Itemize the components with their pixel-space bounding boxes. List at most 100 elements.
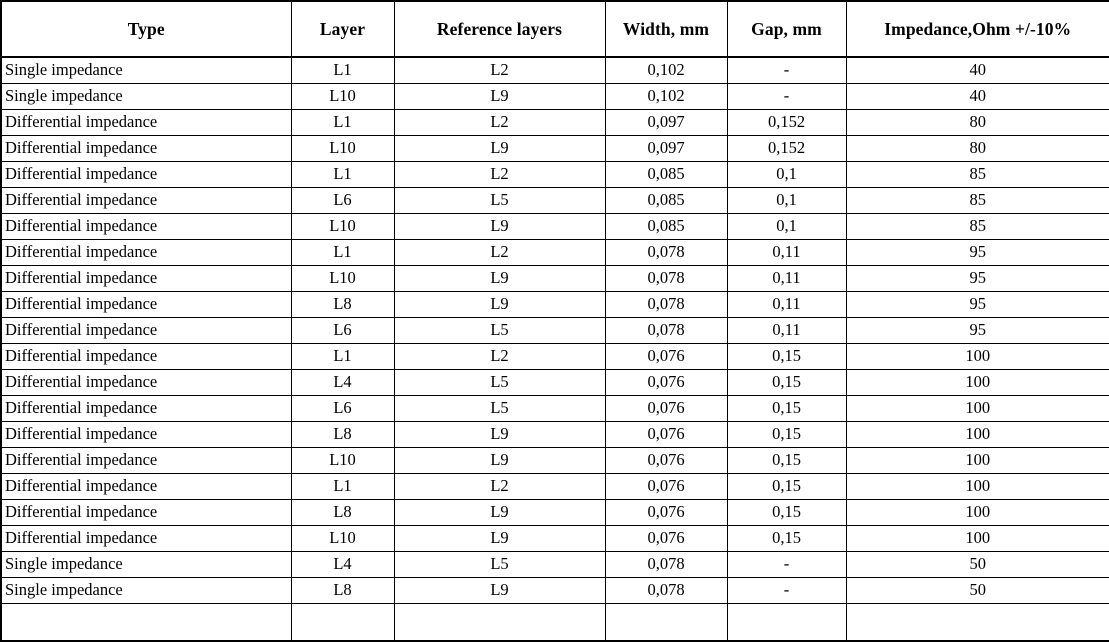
cell-width: 0,076 <box>605 473 728 500</box>
cell-gap: 0,15 <box>727 421 847 448</box>
cell-layer: L6 <box>291 317 395 344</box>
cell-layer: L8 <box>291 577 395 604</box>
cell-width: 0,078 <box>605 265 728 292</box>
cell-ref: L9 <box>394 577 606 604</box>
cell-gap: 0,152 <box>727 135 847 162</box>
cell-type: Differential impedance <box>0 525 292 552</box>
table-row: Differential impedance L10 L9 0,076 0,15 100 <box>0 525 1109 552</box>
cell-type: Single impedance <box>0 551 292 578</box>
cell-width: 0,078 <box>605 577 728 604</box>
cell-width: 0,097 <box>605 135 728 162</box>
cell-width: 0,085 <box>605 213 728 240</box>
cell-gap: - <box>727 57 847 84</box>
cell-imp: 100 <box>846 421 1109 448</box>
cell-layer: L6 <box>291 187 395 214</box>
cell-ref: L5 <box>394 551 606 578</box>
cell-ref: L9 <box>394 213 606 240</box>
cell-imp: 80 <box>846 109 1109 136</box>
cell-imp: 100 <box>846 473 1109 500</box>
cell-ref: L9 <box>394 447 606 474</box>
table-row: Differential impedance L8 L9 0,076 0,15 100 <box>0 499 1109 526</box>
cell-gap: - <box>727 83 847 110</box>
column-header-layer: Layer <box>291 0 395 58</box>
cell-width <box>605 603 728 642</box>
table-row: Differential impedance L8 L9 0,078 0,11 95 <box>0 291 1109 318</box>
cell-layer: L1 <box>291 161 395 188</box>
cell-imp: 100 <box>846 395 1109 422</box>
cell-type: Differential impedance <box>0 239 292 266</box>
cell-imp: 95 <box>846 265 1109 292</box>
cell-imp: 95 <box>846 291 1109 318</box>
document-page: Type Layer Reference layers Width, mm Ga… <box>0 0 1109 642</box>
cell-imp: 85 <box>846 187 1109 214</box>
cell-type: Differential impedance <box>0 343 292 370</box>
cell-ref: L2 <box>394 473 606 500</box>
cell-ref: L5 <box>394 317 606 344</box>
cell-type: Differential impedance <box>0 161 292 188</box>
cell-type: Differential impedance <box>0 447 292 474</box>
cell-type: Differential impedance <box>0 265 292 292</box>
table-row: Differential impedance L4 L5 0,076 0,15 100 <box>0 369 1109 396</box>
cell-ref: L5 <box>394 395 606 422</box>
table-row: Differential impedance L8 L9 0,076 0,15 100 <box>0 421 1109 448</box>
cell-width: 0,078 <box>605 291 728 318</box>
table-row: Single impedance L8 L9 0,078-50 <box>0 577 1109 604</box>
cell-width: 0,102 <box>605 57 728 84</box>
cell-imp: 85 <box>846 161 1109 188</box>
column-header-type: Type <box>0 0 292 58</box>
cell-type: Differential impedance <box>0 291 292 318</box>
cell-gap: 0,15 <box>727 343 847 370</box>
cell-ref: L9 <box>394 265 606 292</box>
cell-layer: L10 <box>291 447 395 474</box>
cell-layer: L4 <box>291 369 395 396</box>
cell-imp: 80 <box>846 135 1109 162</box>
table-row: Differential impedance L10 L9 0,078 0,11 95 <box>0 265 1109 292</box>
impedance-table: Type Layer Reference layers Width, mm Ga… <box>0 0 1109 642</box>
cell-gap: 0,1 <box>727 213 847 240</box>
cell-width: 0,102 <box>605 83 728 110</box>
cell-gap: 0,15 <box>727 525 847 552</box>
cell-layer: L1 <box>291 239 395 266</box>
cell-gap: 0,11 <box>727 317 847 344</box>
cell-type: Differential impedance <box>0 499 292 526</box>
cell-ref: L5 <box>394 187 606 214</box>
cell-width: 0,076 <box>605 369 728 396</box>
cell-imp: 95 <box>846 239 1109 266</box>
cell-type: Differential impedance <box>0 395 292 422</box>
cell-type: Differential impedance <box>0 135 292 162</box>
table-row: Differential impedance L10 L9 0,076 0,15 100 <box>0 447 1109 474</box>
cell-gap: - <box>727 551 847 578</box>
cell-gap: 0,15 <box>727 369 847 396</box>
cell-imp: 100 <box>846 343 1109 370</box>
header-row: Type Layer Reference layers Width, mm Ga… <box>0 0 1109 58</box>
cell-width: 0,076 <box>605 525 728 552</box>
table-row: Differential impedance L6 L5 0,078 0,11 95 <box>0 317 1109 344</box>
cell-type: Differential impedance <box>0 187 292 214</box>
cell-imp: 100 <box>846 525 1109 552</box>
cell-ref: L2 <box>394 161 606 188</box>
cell-gap: 0,15 <box>727 395 847 422</box>
table-row: Differential impedance L1 L2 0,076 0,15 100 <box>0 343 1109 370</box>
cell-layer: L8 <box>291 499 395 526</box>
cell-type: Differential impedance <box>0 317 292 344</box>
cell-gap: 0,152 <box>727 109 847 136</box>
cell-layer: L10 <box>291 265 395 292</box>
cell-imp: 85 <box>846 213 1109 240</box>
cell-imp: 40 <box>846 57 1109 84</box>
table-row: Single impedance L1 L2 0,102-40 <box>0 57 1109 84</box>
table-row-empty <box>0 603 1109 642</box>
cell-imp: 100 <box>846 447 1109 474</box>
cell-layer: L1 <box>291 57 395 84</box>
cell-gap: 0,11 <box>727 239 847 266</box>
column-header-gap: Gap, mm <box>727 0 847 58</box>
table-row: Single impedance L10 L9 0,102-40 <box>0 83 1109 110</box>
cell-imp: 50 <box>846 577 1109 604</box>
cell-width: 0,076 <box>605 421 728 448</box>
cell-width: 0,078 <box>605 317 728 344</box>
cell-width: 0,076 <box>605 447 728 474</box>
cell-ref: L9 <box>394 525 606 552</box>
cell-ref: L2 <box>394 343 606 370</box>
cell-ref: L9 <box>394 83 606 110</box>
cell-ref: L9 <box>394 291 606 318</box>
cell-layer: L6 <box>291 395 395 422</box>
